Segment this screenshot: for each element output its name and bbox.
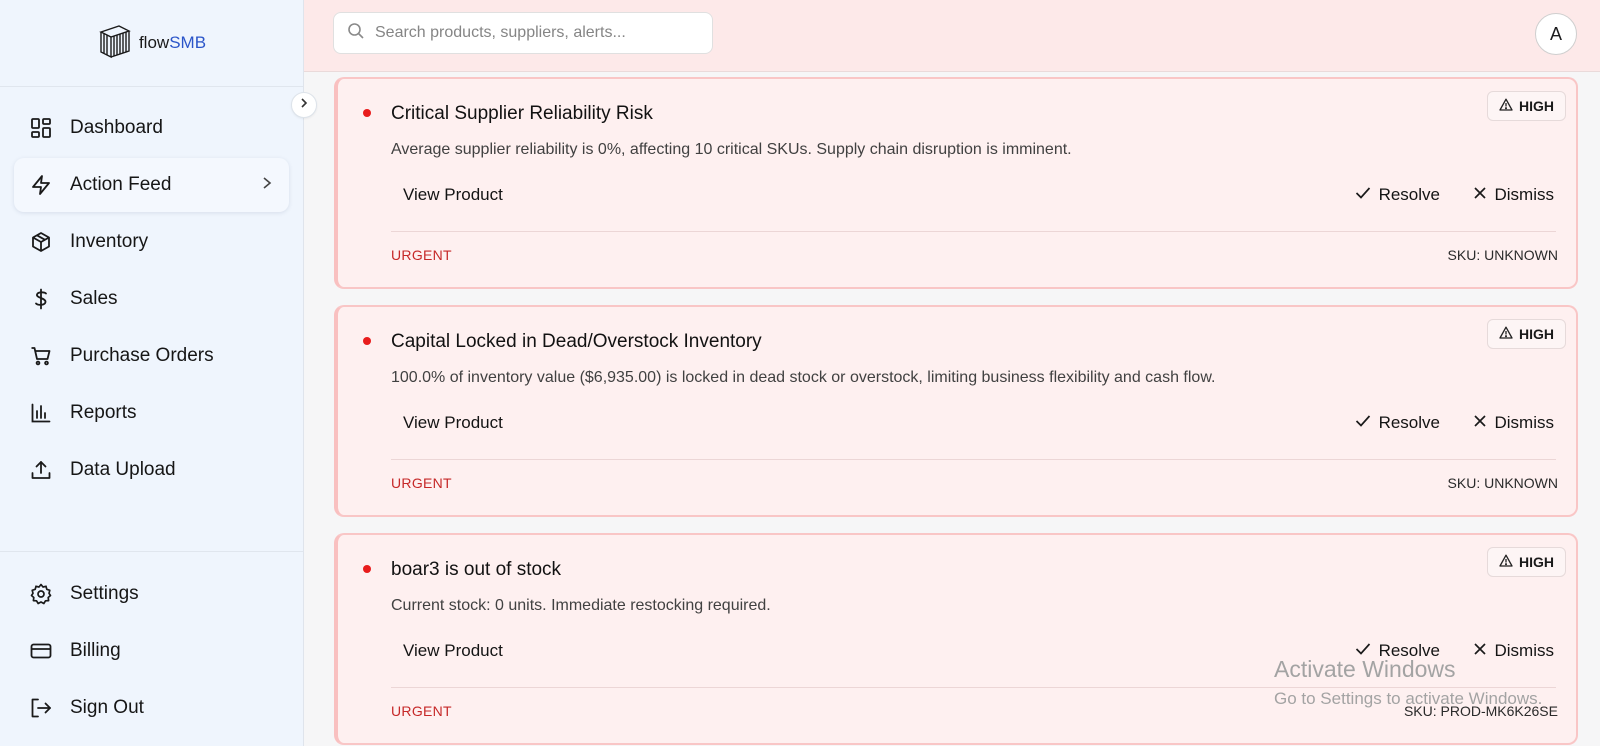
view-product-button[interactable]: View Product — [403, 413, 503, 433]
alert-card: boar3 is out of stock HIGH Current stock… — [334, 533, 1578, 745]
sidebar-item-dashboard[interactable]: Dashboard — [14, 101, 289, 155]
sidebar-item-purchase-orders[interactable]: Purchase Orders — [14, 329, 289, 383]
sidebar-item-label: Settings — [70, 583, 139, 604]
sidebar-item-label: Dashboard — [70, 117, 163, 138]
avatar[interactable]: A — [1535, 13, 1577, 55]
dismiss-button[interactable]: Dismiss — [1473, 185, 1555, 205]
credit-card-icon — [29, 639, 53, 663]
divider — [391, 459, 1556, 460]
warning-icon — [1499, 98, 1513, 114]
watermark-title: Activate Windows — [1274, 656, 1456, 682]
severity-label: HIGH — [1519, 98, 1554, 114]
gear-icon — [29, 582, 53, 606]
resolve-label: Resolve — [1378, 413, 1440, 432]
sidebar-item-action-feed[interactable]: Action Feed — [14, 158, 289, 212]
sidebar-item-reports[interactable]: Reports — [14, 386, 289, 440]
resolve-button[interactable]: Resolve — [1355, 185, 1440, 205]
view-product-button[interactable]: View Product — [403, 185, 503, 205]
sidebar-item-label: Data Upload — [70, 459, 176, 480]
dismiss-button[interactable]: Dismiss — [1473, 413, 1555, 433]
bar-chart-icon — [29, 401, 53, 425]
resolve-label: Resolve — [1378, 185, 1440, 204]
sidebar-bottom-nav: Settings Billing Sign Out — [0, 551, 303, 738]
priority-label: URGENT — [391, 247, 452, 263]
sign-out-icon — [29, 696, 53, 720]
sidebar: flowSMB Dashboard Action Feed Inventory — [0, 0, 304, 746]
logo-text: flowSMB — [138, 33, 207, 52]
sidebar-item-label: Billing — [70, 640, 121, 661]
lightning-icon — [29, 173, 53, 197]
cart-icon — [29, 344, 53, 368]
search-box[interactable] — [333, 12, 713, 54]
priority-label: URGENT — [391, 703, 452, 719]
sku-label: SKU: UNKNOWN — [1447, 475, 1558, 491]
grid-icon — [29, 116, 53, 140]
box-icon — [29, 230, 53, 254]
sidebar-item-sign-out[interactable]: Sign Out — [14, 681, 289, 735]
search-input[interactable] — [375, 24, 695, 42]
sidebar-item-label: Action Feed — [70, 174, 172, 195]
sidebar-item-label: Reports — [70, 402, 137, 423]
main-nav: Dashboard Action Feed Inventory Sales Pu… — [0, 87, 303, 497]
chevron-right-icon — [299, 96, 309, 114]
logo-icon — [97, 22, 133, 65]
sidebar-item-billing[interactable]: Billing — [14, 624, 289, 678]
warning-icon — [1499, 326, 1513, 342]
severity-badge: HIGH — [1487, 319, 1566, 349]
alert-title: Critical Supplier Reliability Risk — [391, 103, 653, 124]
alert-description: Current stock: 0 units. Immediate restoc… — [391, 597, 771, 614]
alert-card: Critical Supplier Reliability Risk HIGH … — [334, 77, 1578, 289]
search-icon — [347, 22, 365, 45]
top-bar: A — [304, 0, 1600, 72]
severity-badge: HIGH — [1487, 547, 1566, 577]
warning-icon — [1499, 554, 1513, 570]
dollar-icon — [29, 287, 53, 311]
priority-label: URGENT — [391, 475, 452, 491]
sidebar-collapse-button[interactable] — [291, 92, 317, 118]
alert-title: boar3 is out of stock — [391, 559, 562, 580]
sidebar-item-data-upload[interactable]: Data Upload — [14, 443, 289, 497]
view-product-button[interactable]: View Product — [403, 641, 503, 661]
sidebar-item-sales[interactable]: Sales — [14, 272, 289, 326]
sidebar-item-label: Inventory — [70, 231, 149, 252]
alert-description: 100.0% of inventory value ($6,935.00) is… — [391, 369, 1216, 386]
severity-badge: HIGH — [1487, 91, 1566, 121]
sidebar-item-label: Sales — [70, 288, 118, 309]
sidebar-item-inventory[interactable]: Inventory — [14, 215, 289, 269]
logo[interactable]: flowSMB — [0, 0, 303, 87]
severity-label: HIGH — [1519, 326, 1554, 342]
sidebar-item-label: Purchase Orders — [70, 345, 214, 366]
dismiss-label: Dismiss — [1494, 185, 1555, 204]
alert-description: Average supplier reliability is 0%, affe… — [391, 141, 1072, 158]
alert-indicator-dot — [363, 337, 371, 345]
divider — [391, 231, 1556, 232]
alert-card: Capital Locked in Dead/Overstock Invento… — [334, 305, 1578, 517]
check-icon — [1355, 185, 1371, 205]
close-icon — [1473, 185, 1487, 205]
severity-label: HIGH — [1519, 554, 1554, 570]
watermark-subtitle: Go to Settings to activate Windows. — [1274, 689, 1543, 708]
sku-label: SKU: UNKNOWN — [1447, 247, 1558, 263]
chevron-right-icon — [261, 175, 273, 197]
alert-title: Capital Locked in Dead/Overstock Invento… — [391, 331, 762, 352]
sidebar-item-settings[interactable]: Settings — [14, 567, 289, 621]
check-icon — [1355, 413, 1371, 433]
dismiss-label: Dismiss — [1494, 413, 1555, 432]
alert-indicator-dot — [363, 565, 371, 573]
upload-icon — [29, 458, 53, 482]
avatar-initial: A — [1549, 23, 1562, 44]
alert-indicator-dot — [363, 109, 371, 117]
close-icon — [1473, 413, 1487, 433]
sidebar-item-label: Sign Out — [70, 697, 144, 718]
alert-feed: Critical Supplier Reliability Risk HIGH … — [334, 77, 1578, 746]
activate-windows-watermark: Activate Windows Go to Settings to activ… — [1274, 656, 1542, 709]
resolve-button[interactable]: Resolve — [1355, 413, 1440, 433]
